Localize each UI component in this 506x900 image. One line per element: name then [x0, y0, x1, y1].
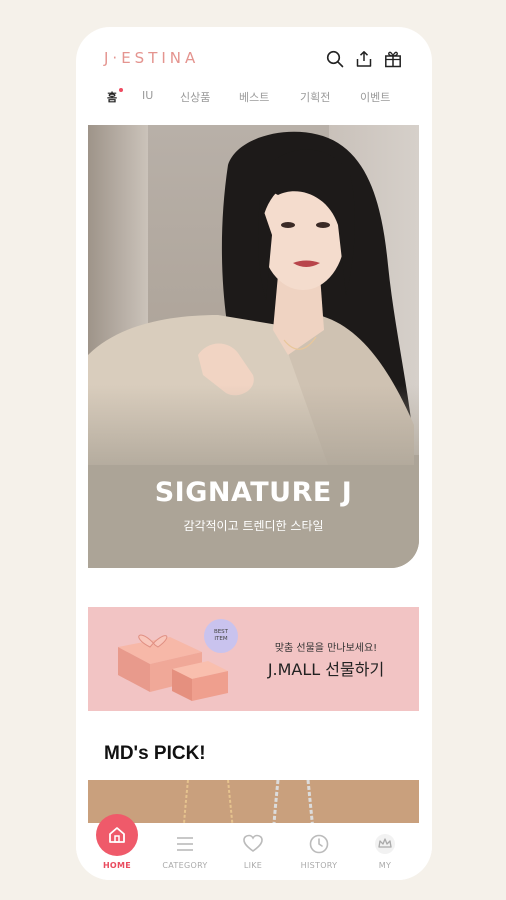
section-title: MD's PICK! — [104, 743, 206, 764]
nav-tab-home[interactable]: 홈 — [107, 88, 124, 105]
home-icon — [109, 827, 125, 843]
hero-title: SIGNATURE J — [154, 477, 353, 508]
nav-tab-exhibition[interactable]: 기획전 — [300, 89, 330, 105]
gift-icon[interactable] — [384, 50, 402, 68]
nav-tab-event[interactable]: 이벤트 — [360, 89, 390, 105]
tab-home[interactable]: HOME — [82, 814, 152, 880]
search-icon[interactable] — [326, 50, 344, 68]
hero-banner[interactable]: SIGNATURE J 감각적이고 트렌디한 스타일 — [88, 125, 419, 568]
heart-icon — [243, 834, 263, 852]
banner-subtitle: 맞춤 선물을 만나보세요! — [274, 643, 378, 654]
tab-my[interactable]: MY — [350, 823, 420, 880]
nav-tab-new[interactable]: 신상품 — [180, 89, 210, 105]
tab-category[interactable]: CATEGORY — [150, 823, 220, 880]
gift-promo-banner[interactable]: BEST ITEM 맞춤 선물을 만나보세요! J.MALL 선물하기 — [88, 607, 419, 711]
menu-icon — [177, 837, 193, 851]
top-nav: 홈 IU 신상품 베스트 기획전 이벤트 — [76, 87, 432, 109]
brand-logo[interactable]: J·ESTINA — [104, 49, 199, 67]
app-header: J·ESTINA — [76, 27, 432, 87]
banner-title: J.MALL 선물하기 — [267, 660, 385, 679]
tab-like[interactable]: LIKE — [218, 823, 288, 880]
bottom-tab-bar: HOME CATEGORY LIKE HISTORY MY — [76, 814, 432, 880]
share-icon[interactable] — [355, 50, 373, 68]
best-item-badge: BEST ITEM — [204, 619, 238, 653]
hero-subtitle: 감각적이고 트렌디한 스타일 — [183, 519, 324, 533]
nav-tab-iu[interactable]: IU — [142, 89, 153, 102]
clock-icon — [309, 834, 329, 854]
app-screen: J·ESTINA 홈 IU 신상품 베스트 기획전 이벤트 SIGNATURE … — [76, 27, 432, 880]
new-dot — [119, 88, 124, 92]
crown-icon — [375, 834, 395, 854]
header-actions — [326, 50, 402, 68]
tab-history[interactable]: HISTORY — [284, 823, 354, 880]
home-button-circle — [96, 814, 138, 856]
nav-tab-best[interactable]: 베스트 — [239, 89, 269, 105]
